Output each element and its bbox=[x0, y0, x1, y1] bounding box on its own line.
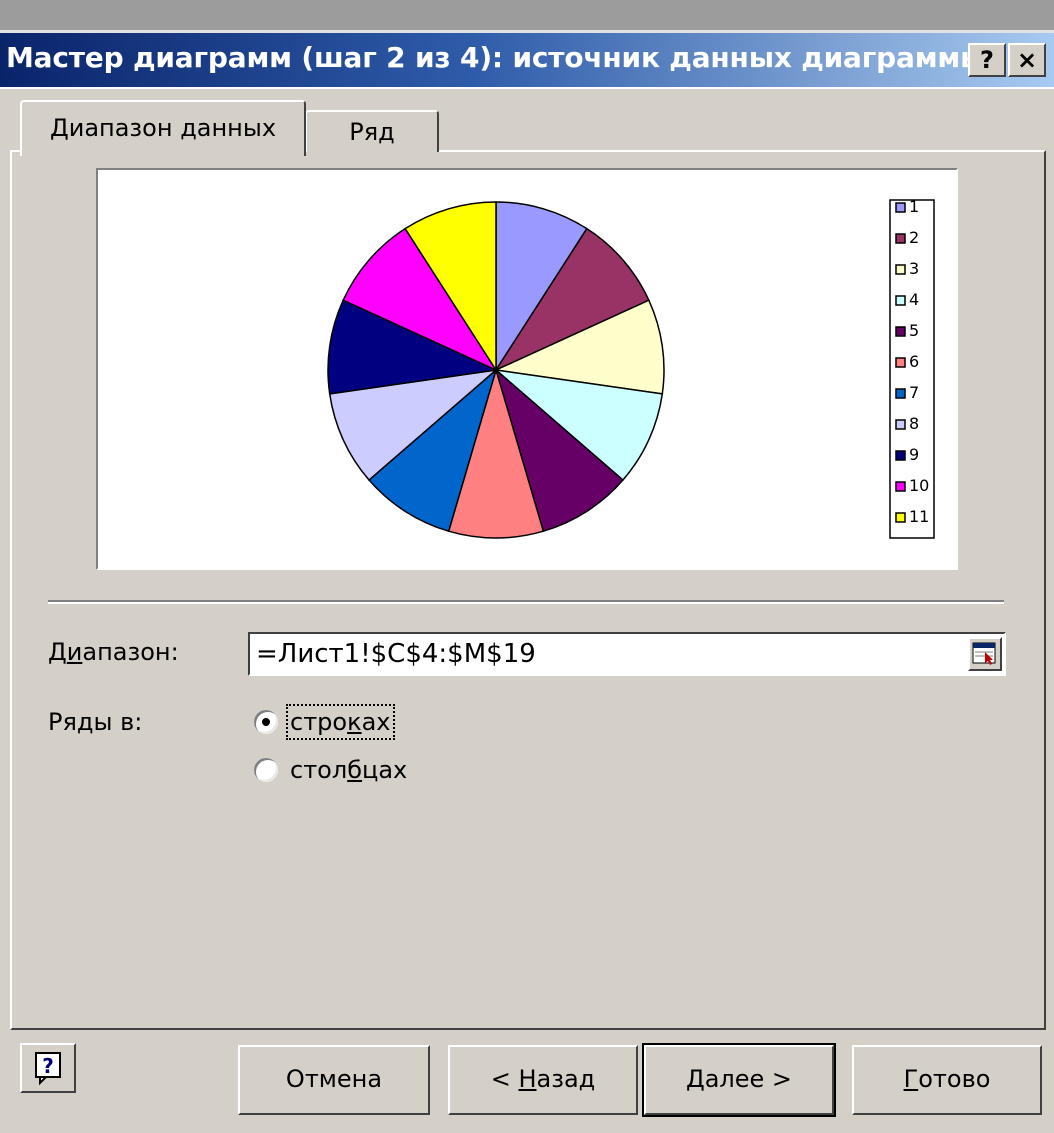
series-in-label: Ряды в: bbox=[48, 708, 143, 736]
legend-swatch-9 bbox=[895, 450, 906, 461]
back-button[interactable]: < Назад bbox=[448, 1045, 638, 1115]
svg-text:?: ? bbox=[42, 1054, 54, 1078]
tab-data-range-label: Диапазон данных bbox=[49, 114, 277, 142]
legend-swatch-3 bbox=[895, 264, 906, 275]
question-icon: ? bbox=[980, 46, 994, 74]
legend-swatch-11 bbox=[895, 512, 906, 523]
tab-data-range[interactable]: Диапазон данных bbox=[20, 100, 306, 156]
legend-label-5: 5 bbox=[909, 321, 919, 340]
finish-button[interactable]: Готово bbox=[852, 1045, 1042, 1115]
collapse-dialog-button[interactable] bbox=[968, 637, 1002, 671]
separator bbox=[48, 600, 1004, 604]
tab-series[interactable]: Ряд bbox=[305, 110, 439, 152]
radio-columns-label: столбцах bbox=[290, 756, 408, 784]
legend-swatch-1 bbox=[895, 202, 906, 213]
pie-chart: 1 2 3 4 5 6 7 8 9 10 11 bbox=[327, 197, 935, 539]
back-button-label: < Назад bbox=[490, 1065, 596, 1093]
legend-label-6: 6 bbox=[909, 352, 919, 371]
legend-swatch-8 bbox=[895, 419, 906, 430]
legend-label-11: 11 bbox=[909, 507, 929, 526]
legend-label-8: 8 bbox=[909, 414, 919, 433]
chart-legend: 1 2 3 4 5 6 7 8 9 10 11 bbox=[889, 197, 935, 539]
radio-columns[interactable]: столбцах bbox=[254, 756, 424, 792]
radio-rows-button[interactable] bbox=[254, 710, 278, 734]
legend-label-4: 4 bbox=[909, 290, 919, 309]
legend-label-3: 3 bbox=[909, 259, 919, 278]
title-bar: Мастер диаграмм (шаг 2 из 4): источник д… bbox=[0, 33, 1054, 87]
legend-label-1: 1 bbox=[909, 197, 919, 216]
radio-rows-label: строках bbox=[286, 704, 395, 740]
radio-rows[interactable]: строках bbox=[254, 704, 424, 744]
finish-button-label: Готово bbox=[903, 1065, 991, 1093]
pie-slices bbox=[327, 201, 665, 539]
client-edge bbox=[0, 87, 1054, 89]
legend-swatch-5 bbox=[895, 326, 906, 337]
pie-center bbox=[493, 367, 499, 373]
close-icon: × bbox=[1016, 46, 1038, 74]
range-label: Диапазон: bbox=[48, 638, 179, 666]
help-caption-button[interactable]: ? bbox=[968, 43, 1006, 77]
radio-columns-button[interactable] bbox=[254, 758, 278, 782]
legend-label-9: 9 bbox=[909, 445, 919, 464]
top-strip bbox=[0, 0, 1054, 33]
legend-label-10: 10 bbox=[909, 476, 929, 495]
range-input[interactable]: =Лист1!$C$4:$M$19 bbox=[248, 632, 1006, 676]
help-button[interactable]: ? bbox=[20, 1043, 76, 1093]
cancel-button-label: Отмена bbox=[285, 1065, 383, 1093]
legend-swatch-7 bbox=[895, 388, 906, 399]
cancel-button[interactable]: Отмена bbox=[238, 1045, 430, 1115]
window-title: Мастер диаграмм (шаг 2 из 4): источник д… bbox=[6, 41, 986, 74]
next-button[interactable]: Далее > bbox=[642, 1043, 836, 1117]
next-button-label: Далее > bbox=[685, 1065, 793, 1093]
chart-preview: 1 2 3 4 5 6 7 8 9 10 11 bbox=[96, 168, 958, 570]
tab-series-label: Ряд bbox=[349, 118, 395, 146]
radio-selected-dot bbox=[262, 718, 270, 726]
close-button[interactable]: × bbox=[1008, 43, 1046, 77]
range-input-value: =Лист1!$C$4:$M$19 bbox=[256, 639, 536, 669]
legend-swatch-4 bbox=[895, 295, 906, 306]
legend-label-2: 2 bbox=[909, 228, 919, 247]
range-select-icon bbox=[972, 642, 996, 665]
legend-swatch-10 bbox=[895, 481, 906, 492]
legend-swatch-2 bbox=[895, 233, 906, 244]
legend-swatch-6 bbox=[895, 357, 906, 368]
legend-label-7: 7 bbox=[909, 383, 919, 402]
help-icon: ? bbox=[35, 1052, 61, 1086]
